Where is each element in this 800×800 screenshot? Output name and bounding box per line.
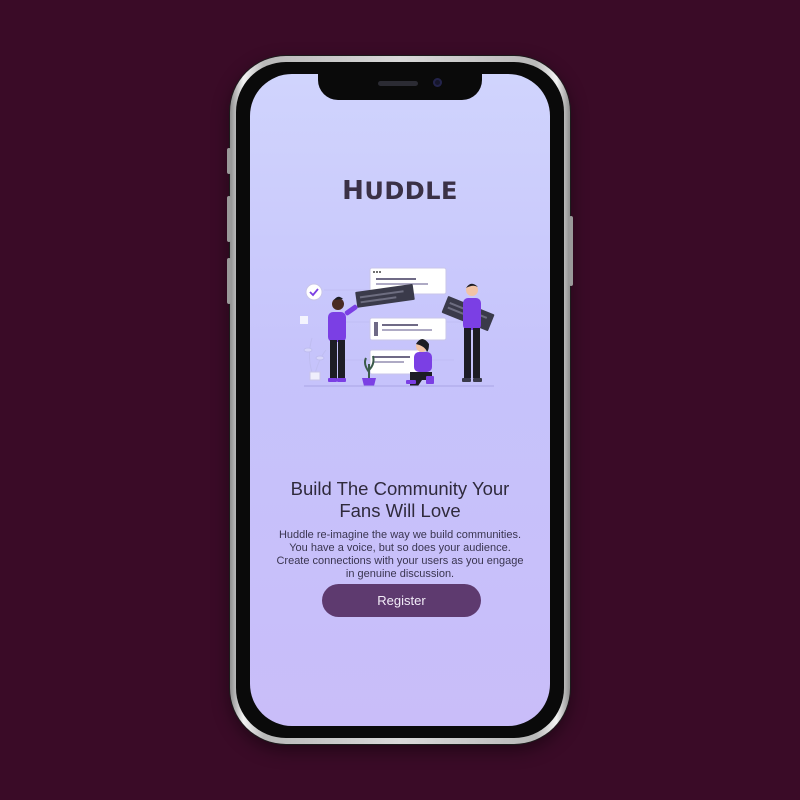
hero-headline: Build The Community Your Fans Will Love [290,478,510,521]
chat-card-bottom [369,349,421,375]
register-button[interactable]: Register [322,584,481,617]
phone-frame: HUDDLE Build The Community Your Fans Wil… [227,56,573,744]
page-background: HUDDLE Build The Community Your Fans Wil… [0,0,800,800]
volume-down-button [227,258,231,304]
huddle-logo: HUDDLE [342,176,458,206]
hero-description: Huddle re-imagine the way we build commu… [276,529,524,580]
person-right [462,283,482,382]
phone-notch [318,74,482,100]
app-screen: HUDDLE Build The Community Your Fans Wil… [250,74,550,726]
power-button [569,216,573,286]
team-chat-illustration [300,267,495,387]
front-camera [433,78,442,87]
person-left [328,296,358,382]
speaker-grille [378,81,418,86]
chat-card-middle [369,317,447,341]
volume-up-button [227,196,231,242]
mute-switch [227,148,231,174]
checkmark-icon [305,283,323,301]
